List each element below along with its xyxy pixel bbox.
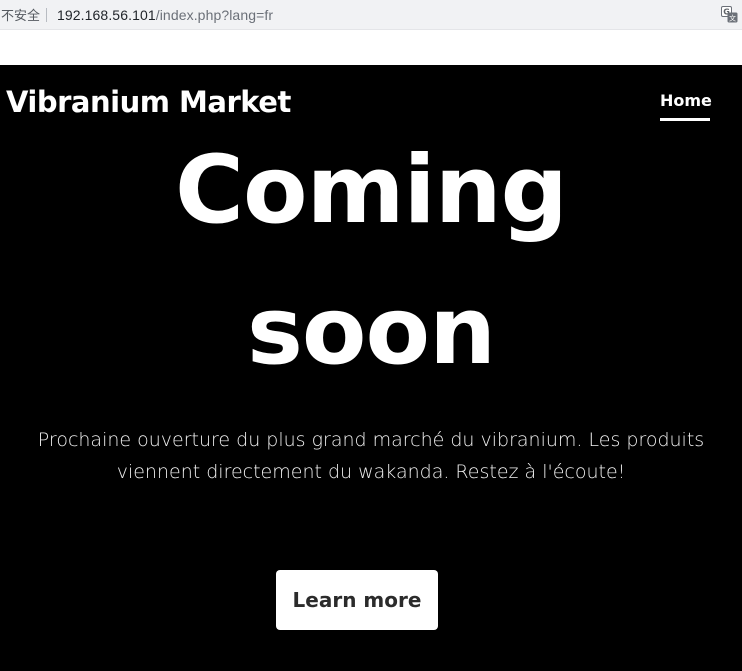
hero-title-line1: Coming bbox=[175, 136, 568, 245]
url-path: /index.php?lang=fr bbox=[155, 6, 274, 23]
nav-item-home[interactable]: Home bbox=[660, 91, 712, 121]
page-body: Vibranium Market Home Coming soon Procha… bbox=[0, 65, 742, 671]
learn-more-button[interactable]: Learn more bbox=[276, 570, 438, 630]
translate-icon[interactable]: G 文 bbox=[721, 6, 738, 23]
address-bar-divider bbox=[46, 7, 48, 22]
hero-title-line2: soon bbox=[246, 277, 496, 386]
hero-description: Prochaine ouverture du plus grand marché… bbox=[37, 429, 705, 483]
svg-text:文: 文 bbox=[729, 14, 736, 23]
url-text[interactable]: 192.168.56.101/index.php?lang=fr bbox=[57, 7, 273, 23]
hero-title: Coming soon bbox=[0, 120, 742, 402]
security-warning-label[interactable]: 不安全 bbox=[0, 5, 40, 24]
url-host: 192.168.56.101 bbox=[57, 6, 156, 23]
browser-address-bar[interactable]: 不安全 192.168.56.101/index.php?lang=fr G 文 bbox=[0, 0, 742, 30]
browser-toolbar-gap bbox=[0, 30, 742, 65]
site-brand[interactable]: Vibranium Market bbox=[6, 85, 291, 119]
